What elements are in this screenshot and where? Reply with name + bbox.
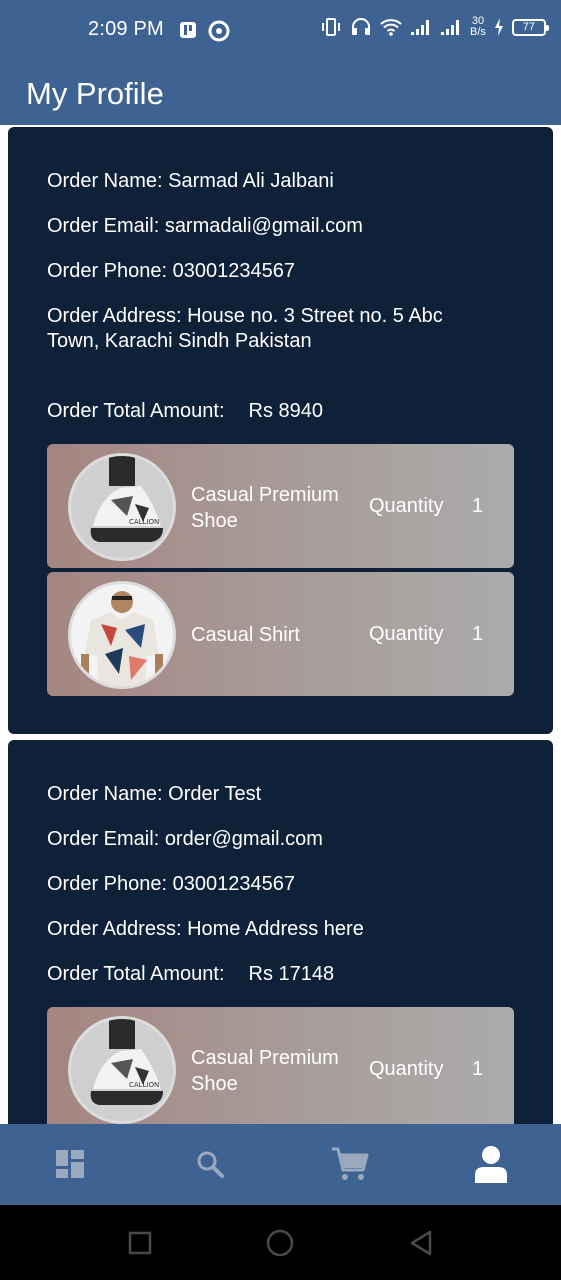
order-total-row: Order Total Amount: Rs 17148 — [47, 962, 514, 987]
order-address-value: Home Address here — [187, 918, 364, 940]
order-phone-row: Order Phone: 03001234567 — [47, 259, 514, 284]
order-phone-label: Order Phone: — [47, 873, 168, 895]
recents-button-icon[interactable] — [128, 1231, 152, 1255]
nav-search[interactable] — [188, 1144, 232, 1184]
system-status-icons: 30 B/s 77 — [320, 16, 549, 38]
order-card: Order Name: Order Test Order Email: orde… — [8, 740, 553, 1124]
signal-icon-2 — [441, 20, 459, 35]
quantity-value: 1 — [472, 623, 484, 645]
system-navigation-bar — [0, 1205, 561, 1280]
status-time: 2:09 PM — [88, 18, 164, 40]
order-address-label: Order Address: — [47, 918, 182, 940]
svg-text:CALLION: CALLION — [129, 518, 159, 526]
order-items: CALLION Casual Premium Shoe Quantity 1 — [47, 1007, 514, 1124]
order-name-row: Order Name: Order Test — [47, 782, 514, 807]
product-image — [68, 581, 176, 689]
quantity-value: 1 — [472, 495, 484, 517]
order-name-value: Sarmad Ali Jalbani — [168, 170, 334, 192]
vibrate-icon — [322, 18, 340, 36]
order-phone-value: 03001234567 — [172, 873, 295, 895]
battery-level: 77 — [522, 21, 536, 33]
product-name: Casual Premium Shoe — [191, 484, 339, 532]
order-address-row: Order Address: House no. 3 Street no. 5 … — [47, 304, 487, 354]
back-button-icon[interactable] — [408, 1230, 434, 1256]
notification-app-icon — [180, 22, 196, 38]
order-name-row: Order Name: Sarmad Ali Jalbani — [47, 169, 514, 194]
order-email-value: order@gmail.com — [164, 828, 323, 850]
home-button-icon[interactable] — [266, 1229, 294, 1257]
order-email-row: Order Email: order@gmail.com — [47, 827, 514, 852]
profile-icon — [475, 1146, 507, 1183]
order-item[interactable]: CALLION Casual Premium Shoe Quantity 1 — [47, 1007, 514, 1124]
wifi-icon — [380, 19, 402, 36]
quantity-label: Quantity — [369, 495, 444, 517]
order-email-row: Order Email: sarmadali@gmail.com — [47, 214, 514, 239]
dashboard-icon — [56, 1150, 84, 1178]
charging-icon — [494, 18, 503, 36]
order-total-row: Order Total Amount: Rs 8940 — [47, 399, 514, 424]
bottom-navigation — [0, 1124, 561, 1205]
order-item[interactable]: Casual Shirt Quantity 1 — [47, 572, 514, 696]
shirt-image — [71, 584, 173, 686]
order-name-label: Order Name: — [47, 170, 163, 192]
net-speed-unit: B/s — [470, 26, 486, 38]
cart-icon — [332, 1147, 369, 1180]
order-card: Order Name: Sarmad Ali Jalbani Order Ema… — [8, 127, 553, 734]
order-name-label: Order Name: — [47, 783, 163, 805]
order-phone-row: Order Phone: 03001234567 — [47, 872, 514, 897]
order-total-label: Order Total Amount: — [47, 963, 225, 985]
shoe-image: CALLION — [71, 1019, 173, 1121]
net-speed: 30 B/s — [470, 16, 486, 38]
notification-icons — [178, 20, 230, 42]
signal-icon-1 — [411, 20, 429, 35]
order-email-value: sarmadali@gmail.com — [164, 215, 363, 237]
order-address-row: Order Address: Home Address here — [47, 917, 514, 942]
page-title: My Profile — [26, 76, 164, 111]
order-item[interactable]: CALLION Casual Premium Shoe Quantity 1 — [47, 444, 514, 568]
product-image: CALLION — [68, 1016, 176, 1124]
order-items: CALLION Casual Premium Shoe Quantity 1 — [47, 444, 514, 696]
order-name-value: Order Test — [168, 783, 262, 805]
order-address-label: Order Address: — [47, 305, 182, 327]
order-total-label: Order Total Amount: — [47, 400, 225, 422]
order-email-label: Order Email: — [47, 215, 160, 237]
quantity-value: 1 — [472, 1058, 484, 1080]
battery-indicator: 77 — [511, 18, 549, 36]
order-total-value: Rs 17148 — [248, 963, 335, 985]
order-phone-value: 03001234567 — [172, 260, 295, 282]
order-email-label: Order Email: — [47, 828, 160, 850]
shoe-image: CALLION — [71, 456, 173, 558]
sync-icon — [208, 20, 230, 42]
order-phone-label: Order Phone: — [47, 260, 168, 282]
svg-text:CALLION: CALLION — [129, 1081, 159, 1089]
orders-list[interactable]: Order Name: Sarmad Ali Jalbani Order Ema… — [0, 125, 561, 1124]
headset-icon — [352, 18, 370, 35]
product-image: CALLION — [68, 453, 176, 561]
product-name: Casual Shirt — [191, 624, 300, 646]
nav-cart[interactable] — [328, 1144, 372, 1184]
nav-profile[interactable] — [469, 1144, 513, 1184]
status-bar: 2:09 PM 30 B/s 77 — [0, 0, 561, 64]
search-icon — [197, 1151, 224, 1178]
product-name: Casual Premium Shoe — [191, 1047, 339, 1095]
app-bar: My Profile — [0, 64, 561, 125]
order-total-value: Rs 8940 — [248, 400, 324, 422]
quantity-label: Quantity — [369, 1058, 444, 1080]
nav-dashboard[interactable] — [48, 1144, 92, 1184]
quantity-label: Quantity — [369, 623, 444, 645]
